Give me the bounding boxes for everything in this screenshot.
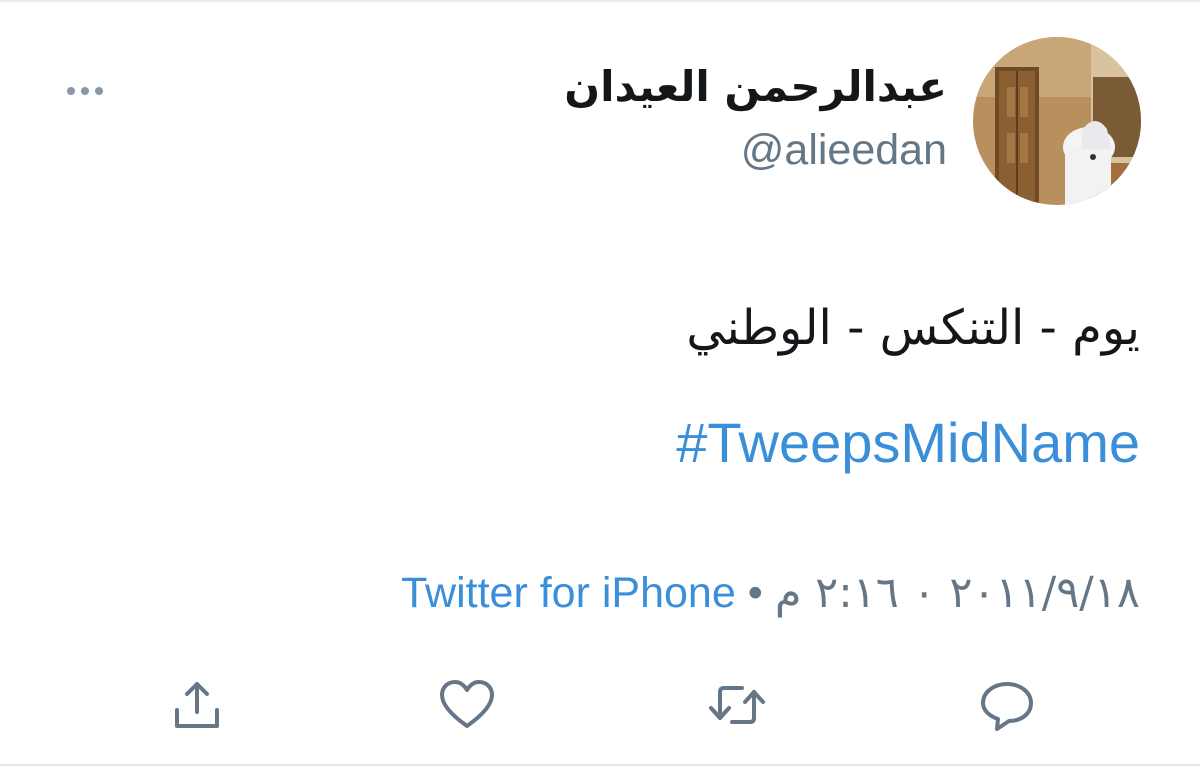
share-icon — [175, 682, 219, 728]
bottom-divider — [0, 764, 1200, 766]
like-icon — [440, 680, 494, 728]
tweet-card: عبدالرحمن العيدان @alieedan يوم - التنكس… — [0, 0, 1200, 771]
timestamp: ٢٠١١/٩/١٨ ٠ ٢:١٦ م — [774, 568, 1140, 618]
reply-icon — [981, 682, 1033, 731]
more-dot-icon — [81, 87, 89, 95]
top-divider — [0, 0, 1200, 2]
more-options-button[interactable] — [60, 78, 110, 104]
more-dot-icon — [95, 87, 103, 95]
source-link[interactable]: Twitter for iPhone — [401, 569, 736, 618]
like-button[interactable] — [438, 676, 496, 734]
retweet-icon — [709, 686, 765, 724]
meta-separator: • — [747, 569, 763, 617]
hashtag-link[interactable]: #TweepsMidName — [676, 410, 1140, 475]
avatar[interactable] — [973, 37, 1141, 205]
more-dot-icon — [67, 87, 75, 95]
retweet-button[interactable] — [708, 676, 766, 734]
author-display-name[interactable]: عبدالرحمن العيدان — [564, 62, 947, 111]
tweet-meta: Twitter for iPhone • ٢٠١١/٩/١٨ ٠ ٢:١٦ م — [401, 568, 1140, 618]
tweet-text: يوم - التنكس - الوطني — [686, 300, 1140, 356]
share-button[interactable] — [168, 676, 226, 734]
author-handle[interactable]: @alieedan — [741, 126, 947, 175]
reply-button[interactable] — [978, 676, 1036, 734]
